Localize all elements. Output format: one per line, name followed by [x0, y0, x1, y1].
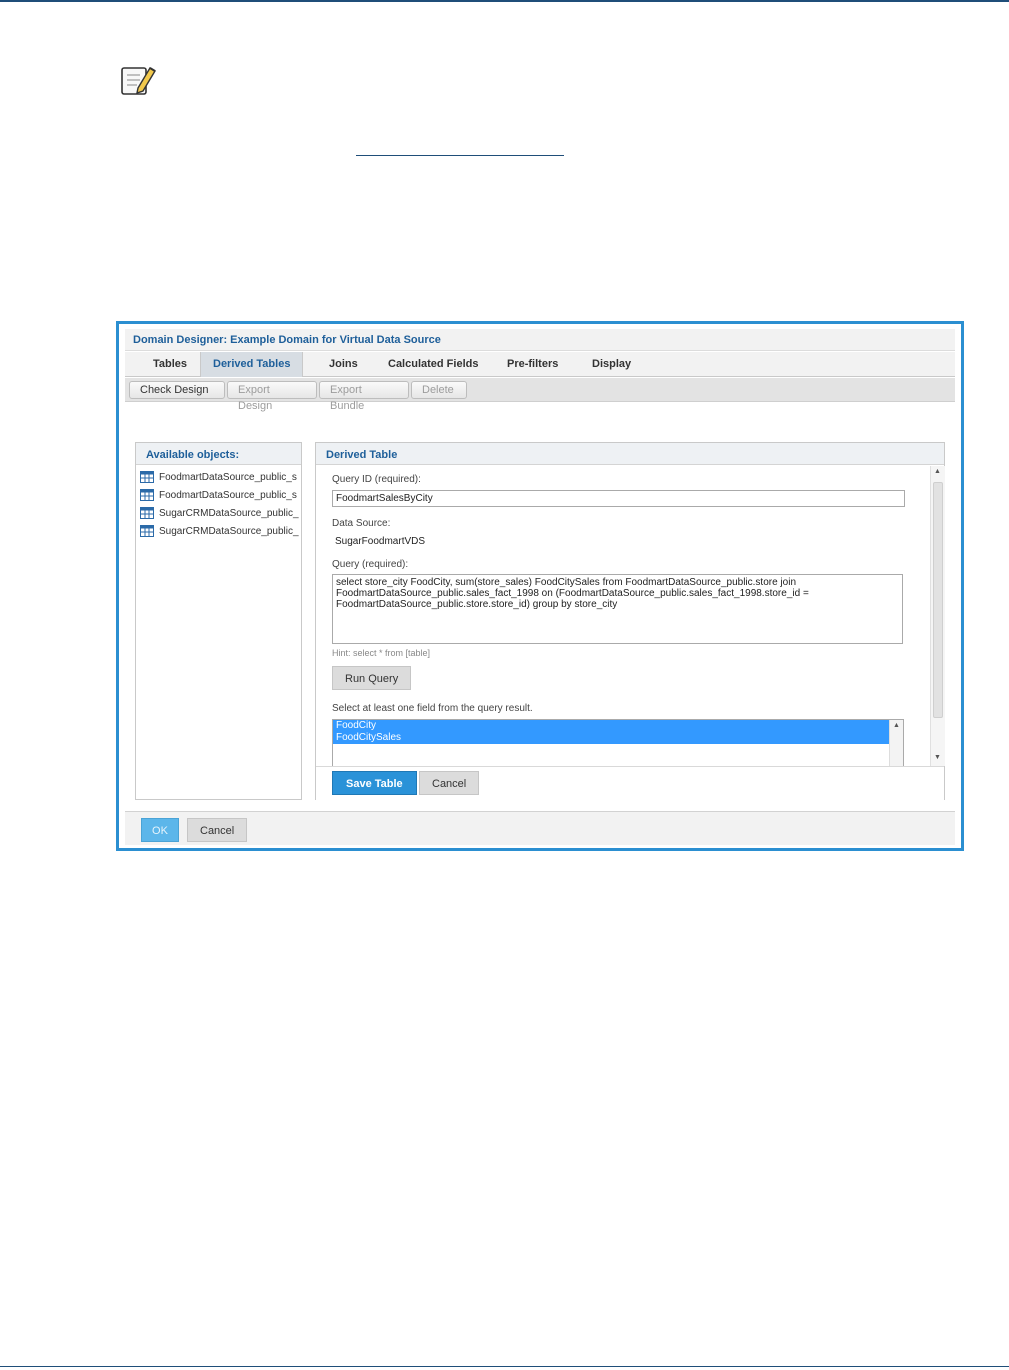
- delete-button[interactable]: Delete: [411, 381, 467, 399]
- domain-designer-window: Domain Designer: Example Domain for Virt…: [116, 321, 964, 851]
- list-item-label: SugarCRMDataSource_public_: [159, 507, 299, 519]
- tab-pre-filters[interactable]: Pre-filters: [495, 352, 570, 377]
- tab-tables[interactable]: Tables: [141, 352, 199, 377]
- table-icon: [140, 525, 154, 537]
- tab-derived-tables[interactable]: Derived Tables: [200, 352, 304, 377]
- save-table-button[interactable]: Save Table: [332, 771, 417, 795]
- field-list-scrollbar[interactable]: ▲: [889, 720, 903, 766]
- derived-table-heading: Derived Table: [316, 443, 944, 465]
- query-textarea[interactable]: select store_city FoodCity, sum(store_sa…: [332, 574, 903, 644]
- scrollbar-thumb[interactable]: [933, 482, 943, 718]
- query-id-label: Query ID (required):: [332, 474, 421, 485]
- tab-display[interactable]: Display: [580, 352, 643, 377]
- available-objects-panel: Available objects: FoodmartDataSource_pu…: [135, 442, 302, 800]
- window-footer: OK Cancel: [125, 811, 955, 845]
- derived-table-form: Query ID (required): FoodmartSalesByCity…: [316, 466, 930, 766]
- field-list-item-foodcity[interactable]: FoodCity: [333, 720, 889, 732]
- list-item[interactable]: SugarCRMDataSource_public_: [136, 522, 301, 540]
- export-bundle-button[interactable]: Export Bundle: [319, 381, 409, 412]
- scroll-down-icon: ▼: [934, 754, 941, 761]
- ok-button[interactable]: OK: [141, 818, 179, 842]
- data-source-value: SugarFoodmartVDS: [335, 536, 426, 547]
- derived-table-footer: Save Table Cancel: [316, 766, 944, 800]
- list-item[interactable]: FoodmartDataSource_public_s: [136, 486, 301, 504]
- form-scrollbar[interactable]: ▲ ▼: [930, 466, 945, 766]
- tab-joins[interactable]: Joins: [317, 352, 370, 377]
- page-top-rule: [0, 0, 1009, 2]
- data-source-label: Data Source:: [332, 518, 391, 529]
- list-item-label: SugarCRMDataSource_public_: [159, 525, 299, 537]
- query-id-input[interactable]: FoodmartSalesByCity: [332, 490, 905, 507]
- cancel-button[interactable]: Cancel: [187, 818, 248, 842]
- scroll-up-icon: ▲: [934, 468, 941, 475]
- list-item[interactable]: FoodmartDataSource_public_s: [136, 468, 301, 486]
- run-query-button[interactable]: Run Query: [332, 666, 412, 690]
- check-design-button[interactable]: Check Design: [129, 381, 225, 399]
- table-icon: [140, 507, 154, 519]
- table-icon: [140, 489, 154, 501]
- window-title: Domain Designer: Example Domain for Virt…: [133, 334, 441, 346]
- document-link-underline[interactable]: [356, 155, 564, 156]
- list-item[interactable]: SugarCRMDataSource_public_: [136, 504, 301, 522]
- query-result-field-list[interactable]: FoodCity FoodCitySales ▲: [332, 719, 904, 766]
- table-icon: [140, 471, 154, 483]
- available-objects-heading: Available objects:: [136, 443, 301, 465]
- note-pencil-icon: [121, 67, 156, 95]
- tab-calculated-fields[interactable]: Calculated Fields: [376, 352, 490, 377]
- field-list-item-foodcitysales[interactable]: FoodCitySales: [333, 732, 889, 744]
- list-item-label: FoodmartDataSource_public_s: [159, 489, 297, 501]
- page-bottom-rule: [0, 1366, 1009, 1367]
- tab-bar: Tables Derived Tables Joins Calculated F…: [125, 352, 955, 377]
- toolbar: Check Design Export Design Export Bundle…: [125, 378, 955, 412]
- derived-table-panel: Derived Table Query ID (required): Foodm…: [315, 442, 945, 800]
- scroll-up-icon: ▲: [893, 722, 900, 729]
- query-label: Query (required):: [332, 559, 409, 570]
- select-fields-instruction: Select at least one field from the query…: [332, 703, 533, 714]
- export-design-button[interactable]: Export Design: [227, 381, 317, 412]
- window-title-bar: Domain Designer: Example Domain for Virt…: [125, 329, 955, 351]
- query-hint: Hint: select * from [table]: [332, 648, 431, 658]
- cancel-derived-button[interactable]: Cancel: [419, 771, 480, 795]
- list-item-label: FoodmartDataSource_public_s: [159, 471, 297, 483]
